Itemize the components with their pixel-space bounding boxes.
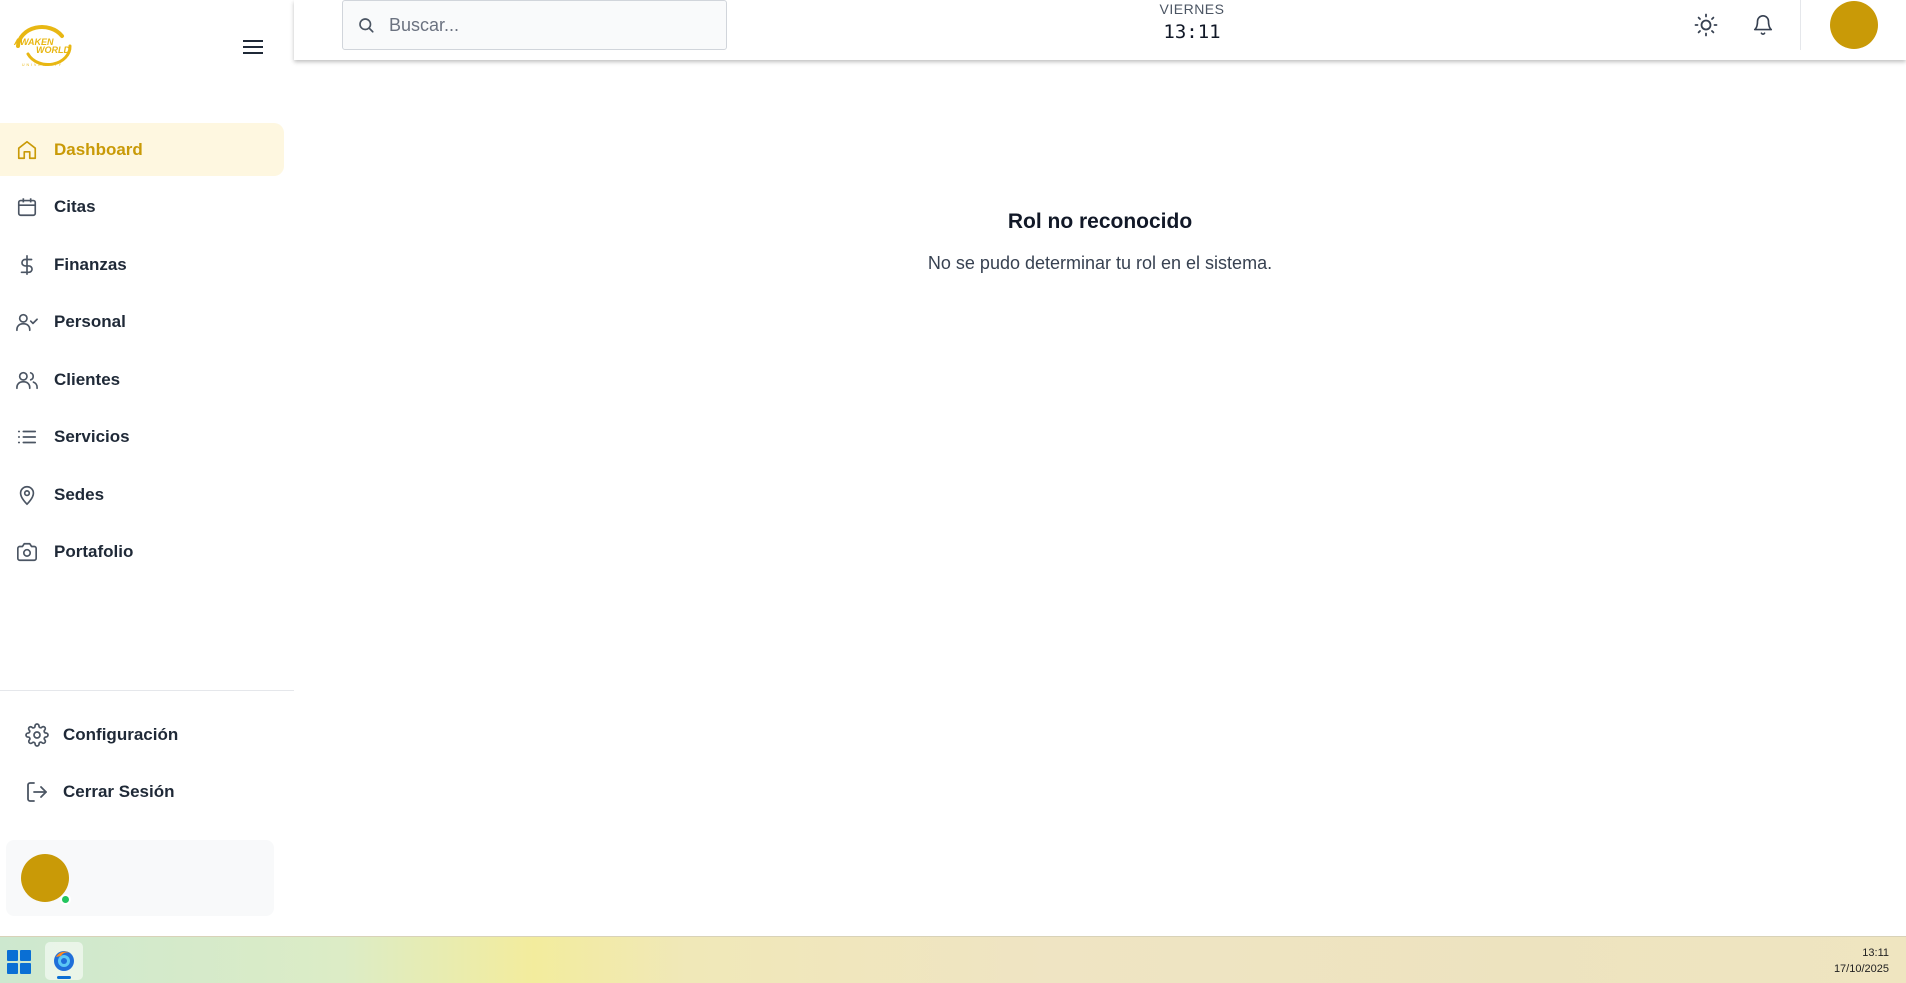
os-taskbar: 13:11 17/10/2025 [0,936,1906,983]
unrecognized-role-message: Rol no reconocido No se pudo determinar … [294,210,1906,274]
settings-label: Configuración [63,725,179,744]
start-tile-icon [7,950,18,961]
svg-text:UNIVERSITY: UNIVERSITY [22,63,63,67]
clock-day: VIERNES [1159,1,1225,17]
top-bar: VIERNES 13:11 [294,0,1906,60]
sidebar-item-finanzas[interactable]: Finanzas [0,238,284,291]
user-card[interactable] [6,840,274,916]
top-bar-divider [1800,0,1801,50]
sidebar-item-portafolio[interactable]: Portafolio [0,526,284,579]
menu-toggle-button[interactable] [239,34,267,60]
active-app-indicator [57,976,71,979]
message-description: No se pudo determinar tu rol en el siste… [927,253,1273,273]
home-icon [14,137,40,163]
system-tray-clock[interactable]: 13:11 17/10/2025 [1834,945,1889,977]
message-title: Rol no reconocido [1007,210,1193,233]
sidebar-item-label: Clientes [54,369,121,389]
sidebar-item-label: Servicios [54,427,130,446]
clock-time: 13:11 [1163,21,1221,43]
logout-icon [24,779,50,805]
sidebar-item-label: Personal [54,312,126,331]
users-icon [14,367,40,393]
profile-avatar-button[interactable] [1830,1,1878,49]
clock-widget: VIERNES 13:11 [1147,0,1237,43]
sidebar-item-clientes[interactable]: Clientes [0,353,284,406]
settings-button[interactable]: Configuración [0,712,294,758]
map-pin-icon [14,482,40,508]
brand-logo[interactable]: AWAKEN WORLD UNIVERSITY [10,20,80,70]
sidebar: AWAKEN WORLD UNIVERSITY Dashboard Citas [0,0,294,936]
logout-button[interactable]: Cerrar Sesión [0,769,294,815]
bell-icon [1753,15,1773,35]
sidebar-divider [0,690,294,691]
online-status-dot [60,894,71,905]
main-content: Rol no reconocido No se pudo determinar … [294,60,1906,936]
logout-label: Cerrar Sesión [63,782,175,801]
windows-start-button[interactable] [7,950,31,974]
sidebar-item-label: Portafolio [54,542,134,561]
sun-icon [1694,13,1718,37]
tray-time: 13:11 [1862,947,1889,959]
sidebar-item-servicios[interactable]: Servicios [0,411,284,464]
hamburger-icon [243,40,263,54]
notifications-button[interactable] [1750,12,1776,38]
list-icon [14,424,40,450]
sidebar-item-citas[interactable]: Citas [0,181,284,234]
sidebar-item-label: Sedes [54,484,105,504]
sidebar-bottom-nav: Configuración Cerrar Sesión [0,712,294,826]
sidebar-item-label: Finanzas [54,254,127,274]
sidebar-nav: Dashboard Citas Finanzas Personal Client… [0,123,294,583]
sidebar-item-label: Dashboard [54,139,143,159]
dollar-icon [14,252,40,278]
svg-text:WORLD: WORLD [36,45,70,55]
gear-icon [24,722,50,748]
sidebar-item-dashboard[interactable]: Dashboard [0,123,284,176]
search-icon [357,15,377,35]
start-tile-icon [7,963,18,974]
start-tile-icon [20,963,31,974]
sidebar-item-personal[interactable]: Personal [0,296,284,349]
user-check-icon [14,309,40,335]
sidebar-item-sedes[interactable]: Sedes [0,468,284,521]
theme-toggle-button[interactable] [1693,12,1719,38]
sidebar-item-label: Citas [54,197,96,216]
tray-date: 17/10/2025 [1833,963,1889,975]
start-tile-icon [20,950,31,961]
search-input[interactable] [389,14,709,36]
taskbar-app-firefox[interactable] [45,942,83,980]
search-box[interactable] [342,0,727,50]
calendar-icon [14,194,40,220]
camera-icon [14,539,40,565]
firefox-icon [54,951,74,971]
